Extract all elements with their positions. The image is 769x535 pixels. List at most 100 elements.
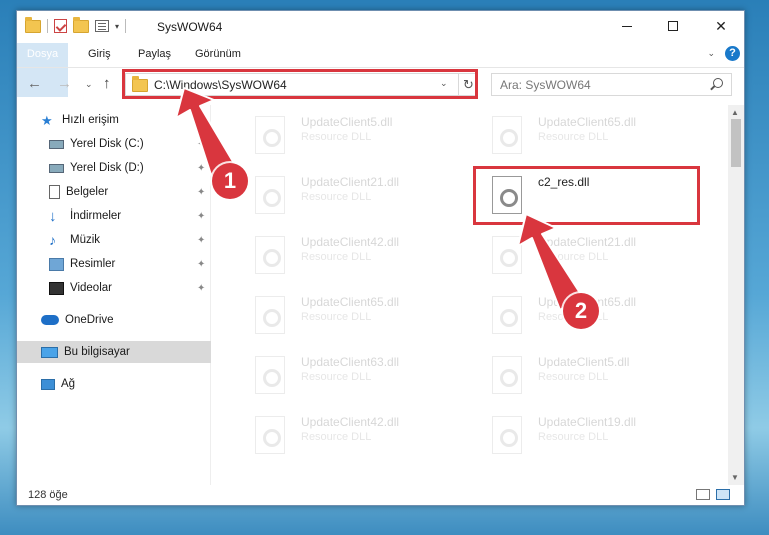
file-tile[interactable]: UpdateClient21.dll Resource DLL xyxy=(238,169,458,223)
recent-locations-icon[interactable]: ⌄ xyxy=(85,79,93,90)
new-folder-icon[interactable] xyxy=(73,16,89,33)
sidebar-item-this-pc[interactable]: Bu bilgisayar xyxy=(17,341,211,363)
file-tile[interactable]: UpdateClient5.dll Resource DLL xyxy=(475,349,695,403)
file-list: UpdateClient5.dll Resource DLL UpdateCli… xyxy=(221,105,726,485)
sidebar-item-videos[interactable]: Videolar ✦ xyxy=(49,277,227,299)
file-tile[interactable]: UpdateClient42.dll Resource DLL xyxy=(238,229,458,283)
vertical-scrollbar[interactable]: ▲ ▼ xyxy=(728,105,744,485)
callout-1: 1 xyxy=(212,163,248,199)
computer-icon xyxy=(41,346,58,358)
folder-icon xyxy=(25,16,41,33)
search-icon xyxy=(713,78,723,88)
dll-file-icon xyxy=(492,416,522,454)
dll-file-icon xyxy=(492,236,522,274)
expand-ribbon-chevron-icon[interactable]: ⌄ xyxy=(707,48,715,59)
pin-icon[interactable]: ✦ xyxy=(197,211,205,222)
properties-icon[interactable] xyxy=(95,20,109,32)
pin-icon[interactable]: ✦ xyxy=(197,283,205,294)
sidebar-item-downloads[interactable]: ↓ İndirmeler ✦ xyxy=(49,205,227,227)
file-type: Resource DLL xyxy=(301,251,372,263)
status-bar: 128 öğe xyxy=(17,485,744,505)
sidebar-item-label: Resimler xyxy=(70,258,116,270)
tab-view[interactable]: Görünüm xyxy=(195,43,241,65)
separator xyxy=(125,19,127,33)
search-placeholder: Ara: SysWOW64 xyxy=(500,78,591,92)
star-icon: ★ xyxy=(41,112,53,128)
drive-icon xyxy=(49,163,64,173)
sidebar-item-quick-access[interactable]: ★ Hızlı erişim xyxy=(41,109,119,131)
properties-check-icon[interactable] xyxy=(54,19,67,33)
maximize-icon xyxy=(668,21,678,31)
scroll-down-arrow-icon[interactable]: ▼ xyxy=(731,473,739,482)
help-icon[interactable]: ? xyxy=(725,46,740,61)
pin-icon[interactable]: ✦ xyxy=(197,163,205,174)
large-icons-view-icon[interactable] xyxy=(716,489,730,500)
file-name: UpdateClient5.dll xyxy=(301,115,393,129)
back-arrow-icon[interactable]: ← xyxy=(27,75,42,92)
sidebar-item-label: Yerel Disk (C:) xyxy=(70,138,144,150)
close-button[interactable]: ✕ xyxy=(698,11,744,41)
sidebar-item-local-disk-d[interactable]: Yerel Disk (D:) ✦ xyxy=(49,157,227,179)
music-icon: ♪ xyxy=(49,231,56,248)
forward-arrow-icon[interactable]: → xyxy=(57,75,72,92)
file-tile[interactable]: UpdateClient19.dll Resource DLL xyxy=(475,409,695,463)
sidebar-item-documents[interactable]: Belgeler ✦ xyxy=(49,181,227,203)
sidebar-item-local-disk-c[interactable]: Yerel Disk (C:) ✦ xyxy=(49,133,227,155)
file-name: UpdateClient21.dll xyxy=(538,235,637,249)
file-name: UpdateClient19.dll xyxy=(538,415,637,429)
file-name: UpdateClient42.dll xyxy=(301,235,400,249)
file-tile[interactable]: UpdateClient63.dll Resource DLL xyxy=(238,349,458,403)
tab-share[interactable]: Paylaş xyxy=(138,43,171,65)
quick-access-toolbar: ▾ xyxy=(25,16,127,33)
maximize-button[interactable] xyxy=(650,11,696,41)
search-input[interactable]: Ara: SysWOW64 xyxy=(491,73,732,96)
minimize-button[interactable] xyxy=(604,11,650,41)
sidebar-item-label: Müzik xyxy=(70,234,101,246)
file-type: Resource DLL xyxy=(301,191,372,203)
ribbon-controls: ⌄ ? xyxy=(707,46,740,61)
sidebar-item-music[interactable]: ♪ Müzik ✦ xyxy=(49,229,227,251)
sidebar-item-label: Yerel Disk (D:) xyxy=(70,162,144,174)
customize-toolbar-arrow-icon[interactable]: ▾ xyxy=(115,22,119,31)
pin-icon[interactable]: ✦ xyxy=(197,187,205,198)
cloud-icon xyxy=(41,315,59,325)
dll-file-icon xyxy=(492,116,522,154)
file-type: Resource DLL xyxy=(301,131,372,143)
file-type: Resource DLL xyxy=(301,311,372,323)
dll-file-icon xyxy=(492,356,522,394)
network-icon xyxy=(41,378,55,390)
dll-file-icon xyxy=(255,176,285,214)
file-name: UpdateClient65.dll xyxy=(301,295,400,309)
sidebar-item-label: OneDrive xyxy=(65,314,114,326)
video-icon xyxy=(49,281,64,295)
title-bar: ▾ SysWOW64 ✕ xyxy=(17,11,744,43)
file-tile[interactable]: UpdateClient65.dll Resource DLL xyxy=(238,289,458,343)
file-name: UpdateClient21.dll xyxy=(301,175,400,189)
file-type: Resource DLL xyxy=(538,131,609,143)
scroll-thumb[interactable] xyxy=(731,119,741,167)
sidebar-item-network[interactable]: Ağ xyxy=(41,373,75,395)
dll-file-icon xyxy=(255,416,285,454)
up-arrow-icon[interactable]: ↑ xyxy=(103,75,111,92)
dll-file-icon xyxy=(255,296,285,334)
sidebar-item-onedrive[interactable]: OneDrive xyxy=(41,309,114,331)
file-tile[interactable]: UpdateClient65.dll Resource DLL xyxy=(475,109,695,163)
details-view-icon[interactable] xyxy=(696,489,710,500)
file-tile[interactable]: UpdateClient42.dll Resource DLL xyxy=(238,409,458,463)
sidebar-item-pictures[interactable]: Resimler ✦ xyxy=(49,253,227,275)
window-title: SysWOW64 xyxy=(157,20,223,34)
sidebar-item-label: Belgeler xyxy=(66,186,109,198)
file-tile[interactable]: UpdateClient21.dll Resource DLL xyxy=(475,229,695,283)
file-tile[interactable]: UpdateClient5.dll Resource DLL xyxy=(238,109,458,163)
tab-home[interactable]: Giriş xyxy=(88,43,111,65)
sidebar-item-label: Hızlı erişim xyxy=(62,114,119,126)
address-highlight-box xyxy=(122,69,478,99)
pin-icon[interactable]: ✦ xyxy=(197,235,205,246)
separator xyxy=(47,19,48,33)
file-highlight-box xyxy=(473,166,700,225)
scroll-up-arrow-icon[interactable]: ▲ xyxy=(731,108,739,117)
pin-icon[interactable]: ✦ xyxy=(197,139,205,150)
callout-2: 2 xyxy=(563,293,599,329)
pin-icon[interactable]: ✦ xyxy=(197,259,205,270)
dll-file-icon xyxy=(255,116,285,154)
